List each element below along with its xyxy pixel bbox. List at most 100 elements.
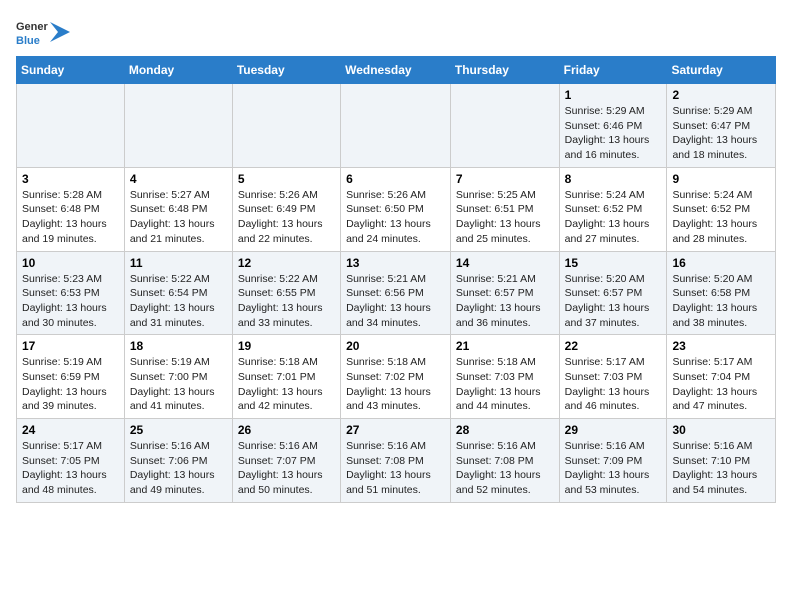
day-number: 25 [130,423,227,437]
calendar-cell: 20 Sunrise: 5:18 AM Sunset: 7:02 PM Dayli… [341,335,451,419]
day-info: Sunrise: 5:17 AM Sunset: 7:04 PM Dayligh… [672,355,770,414]
page-header: General Blue [16,16,776,48]
calendar-cell: 24 Sunrise: 5:17 AM Sunset: 7:05 PM Dayli… [17,419,125,503]
calendar-cell [341,84,451,168]
day-info: Sunrise: 5:18 AM Sunset: 7:02 PM Dayligh… [346,355,445,414]
day-number: 4 [130,172,227,186]
calendar-week-row: 17 Sunrise: 5:19 AM Sunset: 6:59 PM Dayli… [17,335,776,419]
calendar-week-row: 3 Sunrise: 5:28 AM Sunset: 6:48 PM Daylig… [17,167,776,251]
calendar-cell: 1 Sunrise: 5:29 AM Sunset: 6:46 PM Daylig… [559,84,667,168]
day-info: Sunrise: 5:21 AM Sunset: 6:57 PM Dayligh… [456,272,554,331]
day-number: 18 [130,339,227,353]
day-number: 11 [130,256,227,270]
day-info: Sunrise: 5:29 AM Sunset: 6:46 PM Dayligh… [565,104,662,163]
calendar-cell: 17 Sunrise: 5:19 AM Sunset: 6:59 PM Dayli… [17,335,125,419]
calendar-cell [450,84,559,168]
weekday-header-tuesday: Tuesday [232,57,340,84]
logo-arrow-icon [50,22,70,42]
weekday-header-monday: Monday [124,57,232,84]
day-info: Sunrise: 5:19 AM Sunset: 7:00 PM Dayligh… [130,355,227,414]
weekday-header-saturday: Saturday [667,57,776,84]
calendar-cell [17,84,125,168]
day-number: 27 [346,423,445,437]
logo-svg: General Blue [16,16,48,48]
day-number: 2 [672,88,770,102]
day-info: Sunrise: 5:18 AM Sunset: 7:03 PM Dayligh… [456,355,554,414]
day-number: 22 [565,339,662,353]
day-number: 28 [456,423,554,437]
day-number: 3 [22,172,119,186]
day-info: Sunrise: 5:16 AM Sunset: 7:07 PM Dayligh… [238,439,335,498]
calendar-cell: 6 Sunrise: 5:26 AM Sunset: 6:50 PM Daylig… [341,167,451,251]
day-number: 8 [565,172,662,186]
day-number: 24 [22,423,119,437]
day-info: Sunrise: 5:16 AM Sunset: 7:10 PM Dayligh… [672,439,770,498]
day-info: Sunrise: 5:26 AM Sunset: 6:50 PM Dayligh… [346,188,445,247]
day-number: 20 [346,339,445,353]
weekday-header-friday: Friday [559,57,667,84]
day-info: Sunrise: 5:17 AM Sunset: 7:05 PM Dayligh… [22,439,119,498]
calendar-cell: 7Sunrise: 5:25 AM Sunset: 6:51 PM Daylig… [450,167,559,251]
calendar-cell: 9 Sunrise: 5:24 AM Sunset: 6:52 PM Daylig… [667,167,776,251]
day-number: 21 [456,339,554,353]
calendar-cell [232,84,340,168]
weekday-header-thursday: Thursday [450,57,559,84]
day-number: 16 [672,256,770,270]
calendar-cell: 12Sunrise: 5:22 AM Sunset: 6:55 PM Dayli… [232,251,340,335]
calendar-week-row: 24 Sunrise: 5:17 AM Sunset: 7:05 PM Dayli… [17,419,776,503]
calendar-cell: 11 Sunrise: 5:22 AM Sunset: 6:54 PM Dayli… [124,251,232,335]
calendar-table: SundayMondayTuesdayWednesdayThursdayFrid… [16,56,776,503]
day-info: Sunrise: 5:19 AM Sunset: 6:59 PM Dayligh… [22,355,119,414]
calendar-cell: 5Sunrise: 5:26 AM Sunset: 6:49 PM Daylig… [232,167,340,251]
calendar-cell: 3 Sunrise: 5:28 AM Sunset: 6:48 PM Daylig… [17,167,125,251]
calendar-week-row: 10Sunrise: 5:23 AM Sunset: 6:53 PM Dayli… [17,251,776,335]
day-info: Sunrise: 5:16 AM Sunset: 7:08 PM Dayligh… [456,439,554,498]
svg-text:Blue: Blue [16,35,40,47]
day-number: 5 [238,172,335,186]
day-number: 19 [238,339,335,353]
calendar-cell: 23Sunrise: 5:17 AM Sunset: 7:04 PM Dayli… [667,335,776,419]
day-info: Sunrise: 5:22 AM Sunset: 6:55 PM Dayligh… [238,272,335,331]
day-info: Sunrise: 5:18 AM Sunset: 7:01 PM Dayligh… [238,355,335,414]
calendar-cell: 27 Sunrise: 5:16 AM Sunset: 7:08 PM Dayli… [341,419,451,503]
day-number: 26 [238,423,335,437]
calendar-cell: 21 Sunrise: 5:18 AM Sunset: 7:03 PM Dayli… [450,335,559,419]
day-number: 10 [22,256,119,270]
day-number: 14 [456,256,554,270]
day-info: Sunrise: 5:29 AM Sunset: 6:47 PM Dayligh… [672,104,770,163]
day-number: 6 [346,172,445,186]
svg-text:General: General [16,21,48,33]
day-number: 29 [565,423,662,437]
calendar-cell: 2 Sunrise: 5:29 AM Sunset: 6:47 PM Daylig… [667,84,776,168]
day-info: Sunrise: 5:16 AM Sunset: 7:09 PM Dayligh… [565,439,662,498]
day-info: Sunrise: 5:17 AM Sunset: 7:03 PM Dayligh… [565,355,662,414]
calendar-cell: 4 Sunrise: 5:27 AM Sunset: 6:48 PM Daylig… [124,167,232,251]
day-info: Sunrise: 5:27 AM Sunset: 6:48 PM Dayligh… [130,188,227,247]
day-number: 9 [672,172,770,186]
calendar-cell: 25Sunrise: 5:16 AM Sunset: 7:06 PM Dayli… [124,419,232,503]
day-number: 13 [346,256,445,270]
day-info: Sunrise: 5:24 AM Sunset: 6:52 PM Dayligh… [565,188,662,247]
day-number: 15 [565,256,662,270]
logo: General Blue [16,16,70,48]
calendar-cell: 8 Sunrise: 5:24 AM Sunset: 6:52 PM Daylig… [559,167,667,251]
day-info: Sunrise: 5:20 AM Sunset: 6:58 PM Dayligh… [672,272,770,331]
day-number: 17 [22,339,119,353]
calendar-cell: 19 Sunrise: 5:18 AM Sunset: 7:01 PM Dayli… [232,335,340,419]
day-info: Sunrise: 5:20 AM Sunset: 6:57 PM Dayligh… [565,272,662,331]
calendar-body: 1 Sunrise: 5:29 AM Sunset: 6:46 PM Daylig… [17,84,776,503]
day-info: Sunrise: 5:28 AM Sunset: 6:48 PM Dayligh… [22,188,119,247]
day-info: Sunrise: 5:22 AM Sunset: 6:54 PM Dayligh… [130,272,227,331]
calendar-cell: 15 Sunrise: 5:20 AM Sunset: 6:57 PM Dayli… [559,251,667,335]
calendar-cell: 10Sunrise: 5:23 AM Sunset: 6:53 PM Dayli… [17,251,125,335]
calendar-cell [124,84,232,168]
day-number: 30 [672,423,770,437]
day-info: Sunrise: 5:16 AM Sunset: 7:08 PM Dayligh… [346,439,445,498]
day-info: Sunrise: 5:24 AM Sunset: 6:52 PM Dayligh… [672,188,770,247]
day-info: Sunrise: 5:25 AM Sunset: 6:51 PM Dayligh… [456,188,554,247]
calendar-week-row: 1 Sunrise: 5:29 AM Sunset: 6:46 PM Daylig… [17,84,776,168]
weekday-header-sunday: Sunday [17,57,125,84]
day-info: Sunrise: 5:21 AM Sunset: 6:56 PM Dayligh… [346,272,445,331]
calendar-cell: 26 Sunrise: 5:16 AM Sunset: 7:07 PM Dayli… [232,419,340,503]
day-number: 1 [565,88,662,102]
